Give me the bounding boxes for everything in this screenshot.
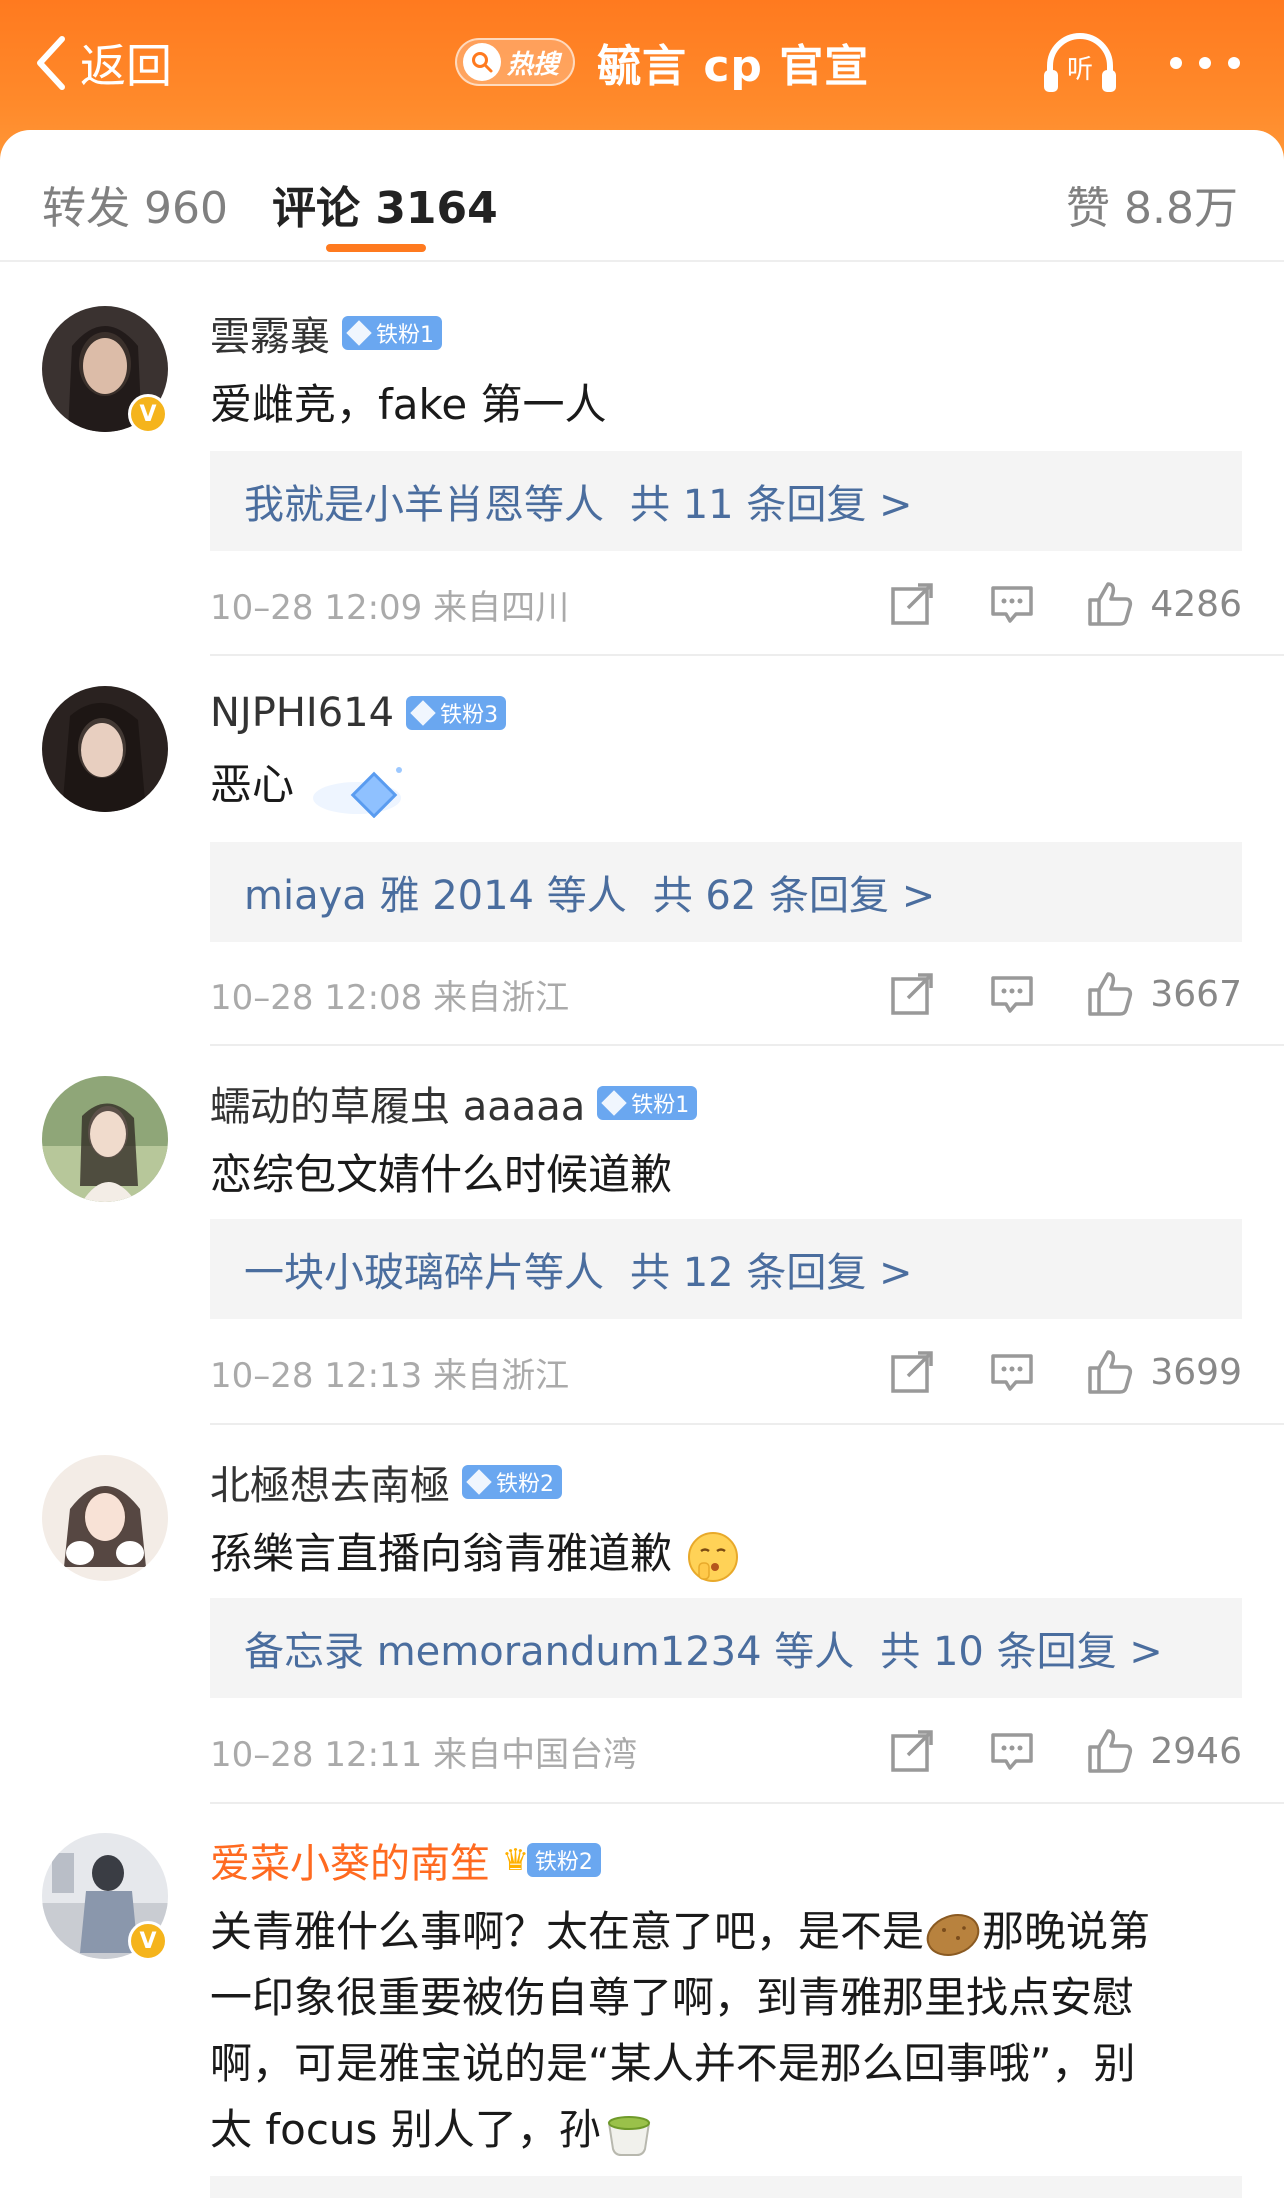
back-label: 返回 xyxy=(80,39,172,93)
tab-repost[interactable]: 转发 960 xyxy=(42,172,228,236)
active-tab-indicator xyxy=(326,244,426,252)
verified-icon: V xyxy=(128,1921,168,1961)
hot-search-label: 热搜 xyxy=(507,49,560,80)
reply-count: 共 12 条回复 > xyxy=(630,1250,913,1296)
like-count: 3667 xyxy=(1150,973,1242,1015)
divider xyxy=(210,654,1284,656)
diamond-icon xyxy=(410,700,436,726)
blue-diamond-sticker xyxy=(313,766,403,818)
timestamp-location: 10–28 12:11 来自中国台湾 xyxy=(210,1734,638,1775)
headphones-icon: 听 xyxy=(1044,33,1116,92)
fan-badge: 铁粉1 xyxy=(342,316,442,350)
fan-badge: 铁粉2 xyxy=(462,1465,562,1499)
divider xyxy=(210,1423,1284,1425)
username[interactable]: NJPHI614 xyxy=(210,690,394,736)
replies-preview-partial xyxy=(210,2176,1242,2198)
comment-text: 恶心 xyxy=(210,752,1230,818)
comment-icon[interactable] xyxy=(988,970,1036,1018)
repost-icon[interactable] xyxy=(888,580,936,628)
page-title: 毓言 cp 官宣 xyxy=(597,41,870,92)
diamond-icon xyxy=(601,1090,628,1116)
back-button[interactable]: 返回 xyxy=(30,28,172,98)
avatar[interactable] xyxy=(42,686,168,812)
repost-icon[interactable] xyxy=(888,1727,936,1775)
username[interactable]: 雲霧襄 xyxy=(210,304,330,362)
comment-meta: 10–28 12:08 来自浙江 3667 xyxy=(210,964,1242,1024)
verified-icon: V xyxy=(128,394,168,434)
hot-search-badge: 热搜 xyxy=(455,38,576,86)
timestamp-location: 10–28 12:13 来自浙江 xyxy=(210,1355,570,1396)
divider xyxy=(210,1802,1284,1804)
divider xyxy=(210,1044,1284,1046)
tab-comments[interactable]: 评论 3164 xyxy=(272,172,498,236)
potato-emoji xyxy=(926,1913,980,1956)
reply-count: 共 10 条回复 > xyxy=(880,1629,1163,1675)
fan-badge: 铁粉1 xyxy=(597,1086,698,1120)
replies-preview[interactable]: 我就是小羊肖恩等人 共 11 条回复 > xyxy=(210,451,1242,551)
comment-meta: 10–28 12:09 来自四川 4286 xyxy=(210,574,1242,634)
diamond-icon xyxy=(346,320,372,346)
like-count: 2946 xyxy=(1150,1730,1242,1772)
replies-preview[interactable]: 一块小玻璃碎片等人 共 12 条回复 > xyxy=(210,1219,1242,1319)
comment-text: 恋综包文婧什么时候道歉 xyxy=(210,1150,673,1199)
comment-meta: 10–28 12:13 来自浙江 3699 xyxy=(210,1342,1242,1402)
fan-badge: 铁粉2 xyxy=(526,1843,601,1877)
like-count: 4286 xyxy=(1150,583,1242,625)
search-icon xyxy=(463,43,501,81)
timestamp-location: 10–28 12:09 来自四川 xyxy=(210,587,570,628)
username[interactable]: 蠕动的草履虫 aaaaa xyxy=(210,1074,585,1132)
avatar[interactable] xyxy=(42,1076,168,1202)
repost-icon[interactable] xyxy=(888,970,936,1018)
timestamp-location: 10–28 12:08 来自浙江 xyxy=(210,977,570,1018)
repost-icon[interactable] xyxy=(888,1348,936,1396)
replies-preview[interactable]: miaya 雅 2014 等人 共 62 条回复 > xyxy=(210,842,1242,942)
comment-meta: 10–28 12:11 来自中国台湾 2946 xyxy=(210,1721,1242,1781)
avatar[interactable] xyxy=(42,1455,168,1581)
reply-users: miaya 雅 2014 等人 xyxy=(244,873,627,919)
thumbs-up-icon[interactable] xyxy=(1086,1727,1134,1775)
listen-button[interactable]: 听 xyxy=(1040,30,1120,96)
comment-text: 孫樂言直播向翁青雅道歉 xyxy=(210,1521,1230,1587)
reply-count: 共 62 条回复 > xyxy=(652,873,936,919)
comment-icon[interactable] xyxy=(988,1348,1036,1396)
tab-bar: 转发 960 评论 3164 赞 8.8万 xyxy=(0,130,1284,262)
comment-text: 关青雅什么事啊？太在意了吧，是不是 那晚说第 一印象很重要被伤自尊了啊，到青雅那里… xyxy=(210,1899,1230,2163)
tab-likes[interactable]: 赞 8.8万 xyxy=(1066,172,1238,236)
crown-icon: ♛ xyxy=(502,1842,529,1878)
replies-preview[interactable]: 备忘录 memorandum1234 等人 共 10 条回复 > xyxy=(210,1598,1242,1698)
reply-users: 一块小玻璃碎片等人 xyxy=(244,1250,604,1296)
like-count: 3699 xyxy=(1150,1351,1242,1393)
reply-users: 我就是小羊肖恩等人 xyxy=(244,482,604,528)
thumbs-up-icon[interactable] xyxy=(1086,970,1134,1018)
fan-badge: 铁粉3 xyxy=(406,696,507,730)
comment-icon[interactable] xyxy=(988,1727,1036,1775)
reply-users: 备忘录 memorandum1234 等人 xyxy=(244,1629,855,1675)
comment-text: 爱雌竞，fake 第一人 xyxy=(210,380,607,429)
svg-text:听: 听 xyxy=(1067,55,1093,85)
back-chevron-icon xyxy=(37,36,65,90)
diamond-icon xyxy=(466,1469,492,1495)
comment-icon[interactable] xyxy=(988,580,1036,628)
more-dots-icon[interactable] xyxy=(1170,50,1240,76)
thumbs-up-icon[interactable] xyxy=(1086,580,1134,628)
reply-count: 共 11 条回复 > xyxy=(630,482,913,528)
thumbs-up-icon[interactable] xyxy=(1086,1348,1134,1396)
username[interactable]: 爱菜小葵的南笙 xyxy=(210,1831,490,1889)
topic-title[interactable]: 热搜 毓言 cp 官宣 xyxy=(455,32,869,92)
username[interactable]: 北極想去南極 xyxy=(210,1453,450,1511)
tea-emoji xyxy=(607,2115,650,2156)
shush-emoji xyxy=(688,1531,739,1582)
